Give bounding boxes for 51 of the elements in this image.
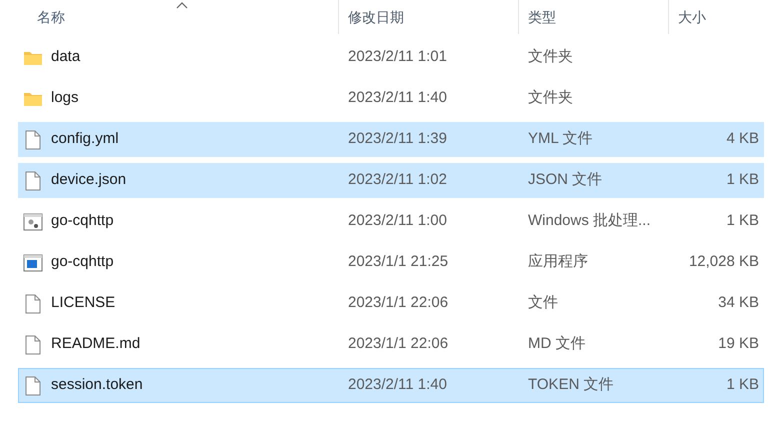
file-size: 1 KB xyxy=(726,211,759,232)
file-type: 文件夹 xyxy=(527,47,574,68)
file-name: README.md xyxy=(51,334,140,354)
file-size: 1 KB xyxy=(726,170,759,190)
column-header[interactable]: 修改日期 xyxy=(339,6,404,28)
file-name: data xyxy=(51,47,80,68)
modified-date: 2023/2/11 1:01 xyxy=(347,47,448,68)
file-size: 12,028 KB xyxy=(688,252,759,272)
file-type: 文件夹 xyxy=(527,88,574,108)
file-type: TOKEN 文件 xyxy=(527,375,615,396)
file-icon xyxy=(25,334,41,354)
file-name: go-cqhttp xyxy=(51,252,114,272)
modified-date: 2023/2/11 1:02 xyxy=(347,170,448,190)
file-name: logs xyxy=(51,88,79,108)
file-size: 1 KB xyxy=(726,375,759,396)
folder-icon xyxy=(23,50,43,66)
column-header[interactable]: 类型 xyxy=(519,6,556,28)
file-type: 文件 xyxy=(527,293,559,314)
modified-date: 2023/2/11 1:00 xyxy=(347,211,448,232)
file-name: config.yml xyxy=(51,129,119,150)
column-header[interactable]: 大小 xyxy=(669,6,706,28)
file-icon xyxy=(25,170,41,190)
file-icon xyxy=(25,130,41,150)
file-row[interactable]: session.token 2023/2/11 1:40 TOKEN 文件 1 KB xyxy=(18,368,764,403)
gear-window-icon xyxy=(23,212,43,230)
modified-date: 2023/2/11 1:40 xyxy=(347,88,448,108)
modified-date: 2023/1/1 22:06 xyxy=(347,334,450,354)
sort-up-icon xyxy=(176,2,188,9)
folder-icon xyxy=(23,90,43,106)
file-size: 34 KB xyxy=(718,293,759,314)
file-type: Windows 批处理... xyxy=(527,211,652,232)
file-icon xyxy=(25,376,41,396)
modified-date: 2023/2/11 1:40 xyxy=(347,375,448,396)
file-row[interactable]: device.json 2023/2/11 1:02 JSON 文件 1 KB xyxy=(18,163,764,198)
file-type: YML 文件 xyxy=(527,129,594,150)
file-type: MD 文件 xyxy=(527,334,586,354)
column-header[interactable]: 名称 xyxy=(18,6,65,28)
file-size: 19 KB xyxy=(718,334,759,354)
app-window-icon xyxy=(23,254,43,272)
file-name: device.json xyxy=(51,170,126,190)
file-row[interactable]: config.yml 2023/2/11 1:39 YML 文件 4 KB xyxy=(18,122,764,157)
file-type: 应用程序 xyxy=(527,252,589,272)
modified-date: 2023/1/1 22:06 xyxy=(347,293,450,314)
file-name: go-cqhttp xyxy=(51,211,114,232)
file-icon xyxy=(25,294,41,314)
modified-date: 2023/2/11 1:39 xyxy=(347,129,448,150)
file-size: 4 KB xyxy=(726,129,759,150)
file-name: session.token xyxy=(51,375,143,396)
file-name: LICENSE xyxy=(51,293,116,314)
file-type: JSON 文件 xyxy=(527,170,604,190)
modified-date: 2023/1/1 21:25 xyxy=(347,252,450,272)
